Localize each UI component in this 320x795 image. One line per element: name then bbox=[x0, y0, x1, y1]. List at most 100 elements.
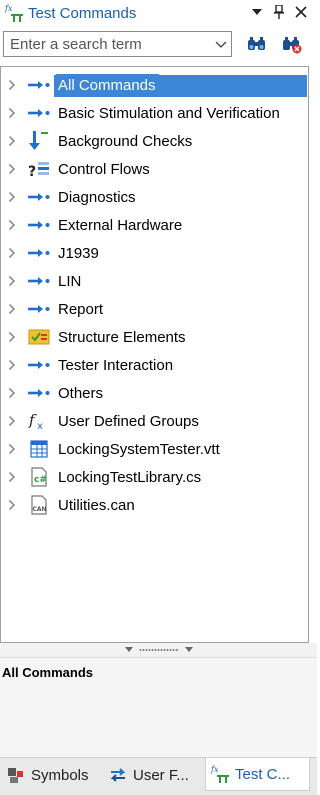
binoculars-icon bbox=[248, 37, 265, 50]
pin-button[interactable] bbox=[271, 3, 287, 21]
svg-text:CAN: CAN bbox=[33, 506, 47, 513]
svg-text:x: x bbox=[37, 421, 43, 431]
tree-item-label: Diagnostics bbox=[58, 188, 136, 206]
blue-arrow-icon bbox=[26, 242, 52, 264]
arrow-down-small-icon bbox=[124, 647, 133, 652]
tree-item-label: J1939 bbox=[58, 244, 99, 262]
search-input[interactable] bbox=[8, 34, 212, 54]
tree-item-label: External Hardware bbox=[58, 216, 183, 234]
blue-arrow-icon bbox=[26, 74, 52, 96]
tree-item-label: Structure Elements bbox=[58, 328, 186, 346]
chevron-right-icon[interactable] bbox=[5, 470, 19, 484]
chevron-right-icon[interactable] bbox=[5, 218, 19, 232]
tree-item-label: Control Flows bbox=[58, 160, 150, 178]
chevron-right-icon[interactable] bbox=[5, 358, 19, 372]
chevron-right-icon[interactable] bbox=[5, 302, 19, 316]
blue-arrow-icon bbox=[26, 102, 52, 124]
blue-arrow-icon bbox=[26, 354, 52, 376]
chevron-right-icon[interactable] bbox=[5, 78, 19, 92]
tab-user-functions-label: User F... bbox=[133, 766, 189, 784]
chevron-right-icon[interactable] bbox=[5, 134, 19, 148]
test-commands-window: fx Test Commands Enter a search term All… bbox=[0, 0, 317, 795]
structure-elements-icon bbox=[26, 326, 52, 348]
search-combobox[interactable] bbox=[3, 31, 232, 57]
tab-user-functions[interactable]: User F... bbox=[104, 761, 202, 789]
tree-item[interactable]: LockingSystemTester.vtt bbox=[1, 435, 308, 463]
test-commands-icon: fx bbox=[210, 764, 230, 784]
tree-item-label: Report bbox=[58, 300, 104, 318]
search-row bbox=[0, 29, 317, 61]
tree-item[interactable]: f x User Defined Groups bbox=[1, 407, 308, 435]
bottom-tab-bar: Symbols User F... fx Test C... bbox=[0, 757, 317, 795]
chevron-right-icon[interactable] bbox=[5, 162, 19, 176]
test-commands-icon: fx bbox=[3, 2, 25, 24]
chevron-right-icon[interactable] bbox=[5, 414, 19, 428]
tree-item-label: Background Checks bbox=[58, 132, 193, 150]
window-title: Test Commands bbox=[28, 4, 137, 22]
tree-item[interactable]: All Commands bbox=[1, 71, 308, 99]
chevron-right-icon[interactable] bbox=[5, 330, 19, 344]
grip-dots bbox=[138, 649, 179, 651]
control-flow-icon: ? bbox=[26, 158, 52, 180]
blue-arrow-icon bbox=[26, 270, 52, 292]
arrow-down-small-icon bbox=[184, 647, 193, 652]
tree-item[interactable]: Report bbox=[1, 295, 308, 323]
tree-item-label: Tester Interaction bbox=[58, 356, 174, 374]
tree-item[interactable]: Basic Stimulation and Verification bbox=[1, 99, 308, 127]
tree-item[interactable]: CAN Utilities.can bbox=[1, 491, 308, 519]
can-file-icon: CAN bbox=[26, 494, 52, 516]
tree-item[interactable]: Background Checks bbox=[1, 127, 308, 155]
description-title: All Commands bbox=[2, 665, 94, 680]
tree-item-label: LIN bbox=[58, 272, 82, 290]
tree-item[interactable]: J1939 bbox=[1, 239, 308, 267]
tree-item[interactable]: Structure Elements bbox=[1, 323, 308, 351]
tree-item[interactable]: Others bbox=[1, 379, 308, 407]
chevron-right-icon[interactable] bbox=[5, 442, 19, 456]
title-bar: fx Test Commands bbox=[0, 0, 317, 26]
tree-item-label: All Commands bbox=[56, 73, 159, 97]
vtt-table-icon bbox=[26, 438, 52, 460]
background-check-icon bbox=[26, 130, 52, 152]
tree-item-label: LockingSystemTester.vtt bbox=[58, 440, 220, 458]
tab-test-commands[interactable]: fx Test C... bbox=[205, 758, 310, 791]
svg-text:fx: fx bbox=[4, 4, 13, 13]
chevron-down-icon[interactable] bbox=[213, 36, 229, 52]
swap-arrows-icon bbox=[108, 765, 128, 785]
description-pane: All Commands bbox=[0, 657, 317, 757]
binoculars-clear-icon bbox=[283, 37, 302, 54]
blue-arrow-icon bbox=[26, 382, 52, 404]
tree-item[interactable]: LIN bbox=[1, 267, 308, 295]
tree-item-label: LockingTestLibrary.cs bbox=[58, 468, 202, 486]
svg-text:f: f bbox=[28, 411, 37, 429]
blue-arrow-icon bbox=[26, 298, 52, 320]
window-menu-button[interactable] bbox=[249, 3, 265, 21]
tree-item[interactable]: c# LockingTestLibrary.cs bbox=[1, 463, 308, 491]
symbols-icon bbox=[6, 765, 26, 785]
chevron-right-icon[interactable] bbox=[5, 274, 19, 288]
tab-test-commands-label: Test C... bbox=[235, 765, 291, 783]
csharp-file-icon: c# bbox=[26, 466, 52, 488]
splitter-handle[interactable] bbox=[0, 643, 317, 657]
chevron-right-icon[interactable] bbox=[5, 386, 19, 400]
tree-item[interactable]: Tester Interaction bbox=[1, 351, 308, 379]
find-button[interactable] bbox=[246, 35, 268, 55]
svg-text:c#: c# bbox=[34, 475, 47, 485]
function-fx-icon: fx bbox=[26, 410, 52, 432]
close-button[interactable] bbox=[293, 3, 309, 21]
tab-symbols-label: Symbols bbox=[31, 766, 89, 784]
blue-arrow-icon bbox=[26, 186, 52, 208]
tree-item[interactable]: External Hardware bbox=[1, 211, 308, 239]
tree-item-label: User Defined Groups bbox=[58, 412, 199, 430]
tree-item[interactable]: Diagnostics bbox=[1, 183, 308, 211]
command-tree[interactable]: All Commands Basic Stimulation and Verifi… bbox=[0, 66, 309, 643]
clear-search-button[interactable] bbox=[281, 35, 303, 55]
chevron-right-icon[interactable] bbox=[5, 498, 19, 512]
svg-text:?: ? bbox=[28, 164, 36, 179]
tree-item[interactable]: ? Control Flows bbox=[1, 155, 308, 183]
tab-symbols[interactable]: Symbols bbox=[2, 761, 102, 789]
chevron-right-icon[interactable] bbox=[5, 246, 19, 260]
tree-item-label: Others bbox=[58, 384, 104, 402]
blue-arrow-icon bbox=[26, 214, 52, 236]
chevron-right-icon[interactable] bbox=[5, 106, 19, 120]
chevron-right-icon[interactable] bbox=[5, 190, 19, 204]
